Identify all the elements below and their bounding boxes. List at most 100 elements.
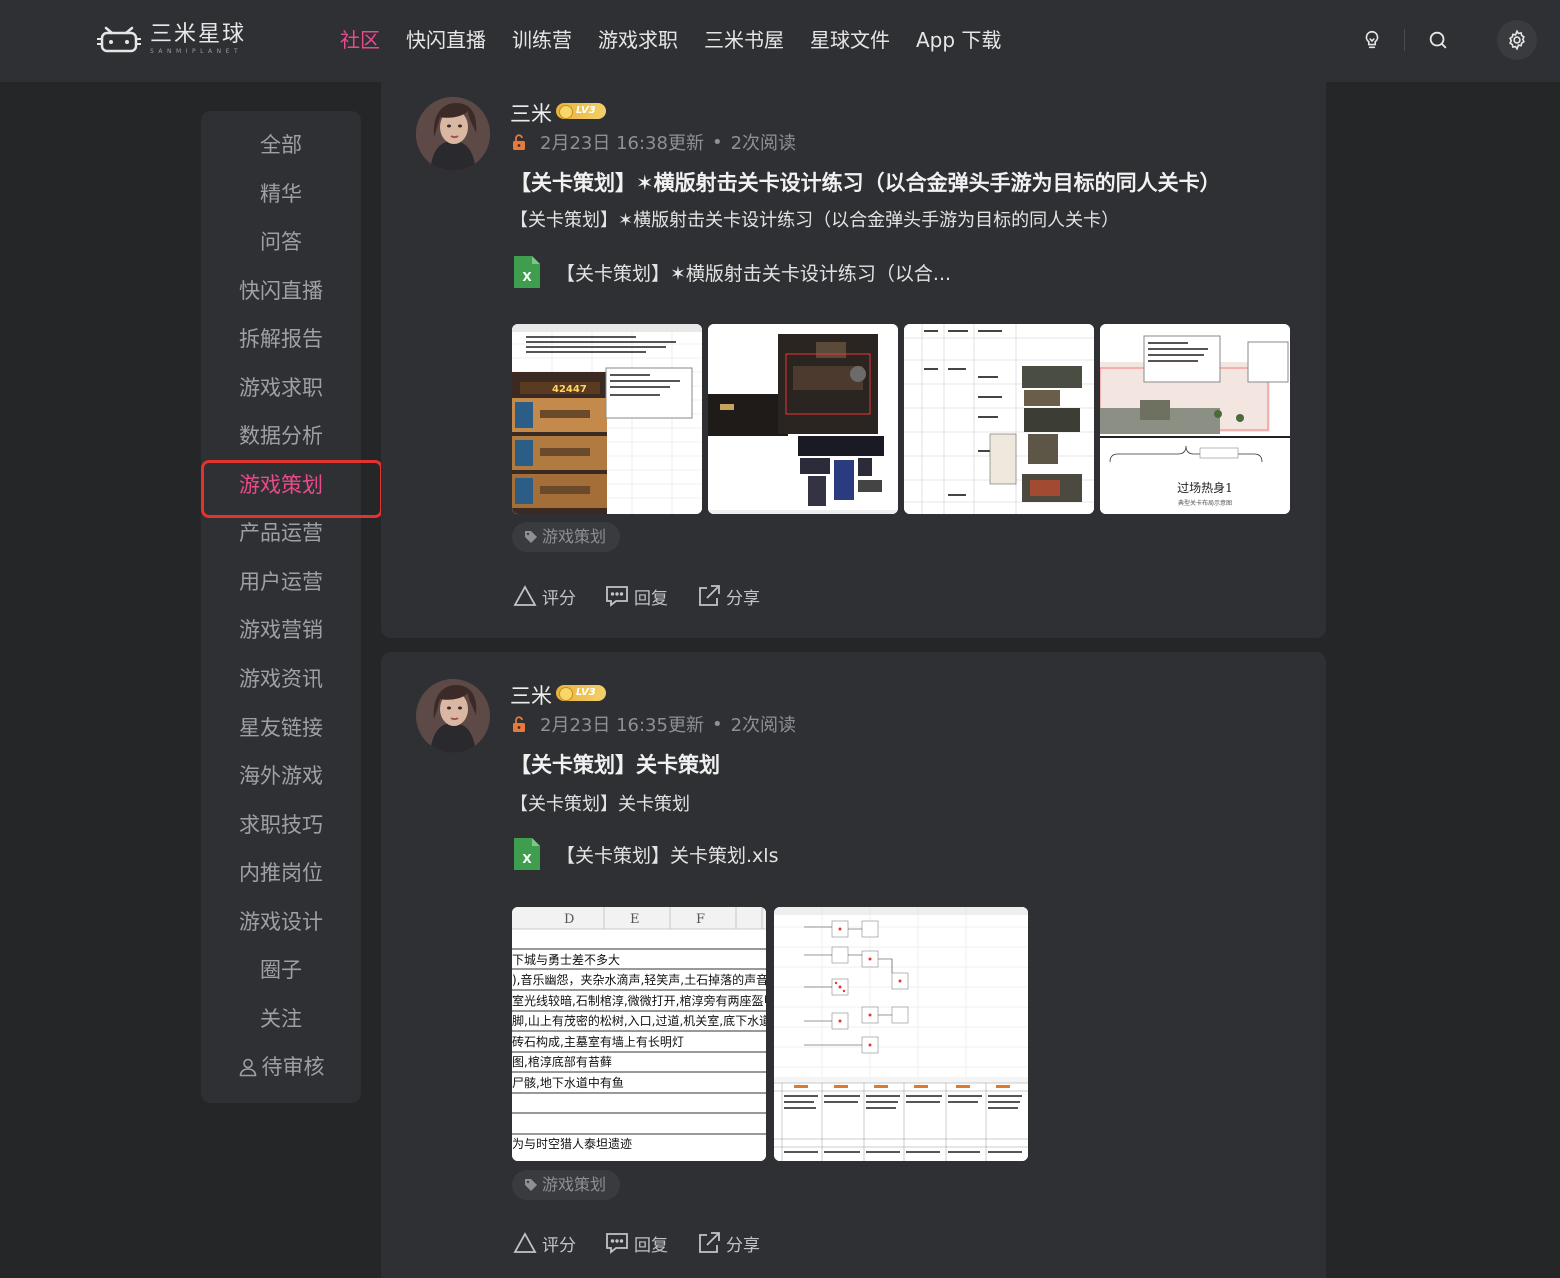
bulb-icon[interactable]: [1352, 20, 1392, 60]
author-name[interactable]: 三米: [510, 680, 552, 710]
image-thumbnail[interactable]: 42447: [512, 324, 702, 514]
post-actions: 评分 回复 分享: [512, 1230, 760, 1256]
svg-text:X: X: [522, 852, 532, 866]
sidebar-item-teardown-reports[interactable]: 拆解报告: [201, 319, 361, 359]
svg-text:X: X: [522, 270, 532, 284]
share-label: 分享: [726, 588, 760, 609]
sidebar-item-friend-links[interactable]: 星友链接: [201, 708, 361, 748]
image-thumbnail[interactable]: [904, 324, 1094, 514]
sidebar-item-qa[interactable]: 问答: [201, 222, 361, 262]
sidebar-item-all[interactable]: 全部: [201, 125, 361, 165]
excel-file-icon: X: [514, 256, 540, 288]
share-button[interactable]: 分享: [696, 583, 760, 609]
reply-label: 回复: [634, 588, 668, 609]
user-icon: [239, 1058, 256, 1077]
cell-text: 下城与勇士差不多大: [512, 953, 620, 967]
sidebar-item-data-analysis[interactable]: 数据分析: [201, 416, 361, 456]
rate-button[interactable]: 评分: [512, 1230, 576, 1256]
search-icon[interactable]: [1418, 20, 1458, 60]
reply-button[interactable]: 回复: [604, 1230, 668, 1256]
image-thumbnail[interactable]: 过场热身1 典型关卡布局示意图: [1100, 324, 1290, 514]
category-sidebar: 全部 精华 问答 快闪直播 拆解报告 游戏求职 数据分析 游戏策划 产品运营 用…: [201, 111, 383, 1103]
sidebar-item-product-ops[interactable]: 产品运营: [201, 513, 361, 553]
image-thumbnail[interactable]: [708, 324, 898, 514]
nav-item-game-jobs[interactable]: 游戏求职: [588, 24, 688, 56]
rate-label: 评分: [542, 1235, 576, 1256]
rate-label: 评分: [542, 588, 576, 609]
sidebar-item-job-tips[interactable]: 求职技巧: [201, 805, 361, 845]
rate-button[interactable]: 评分: [512, 583, 576, 609]
topic-tag[interactable]: 游戏策划: [512, 522, 621, 552]
sidebar-item-circles[interactable]: 圈子: [201, 950, 361, 990]
nav-item-planet-files[interactable]: 星球文件: [800, 24, 900, 56]
sidebar-item-game-news[interactable]: 游戏资讯: [201, 659, 361, 699]
thumb-diagram-subtitle: 典型关卡布局示意图: [1178, 499, 1232, 507]
post-time: 2月23日 16:35更新: [540, 715, 704, 736]
comment-icon: [606, 1233, 628, 1254]
post-summary: 【关卡策划】关卡策划: [510, 794, 690, 815]
top-navigation-bar: 三米星球 SANMIPLANET 社区 快闪直播 训练营 游戏求职 三米书屋 星…: [0, 0, 1560, 82]
meta-separator: •: [711, 131, 723, 153]
share-button[interactable]: 分享: [696, 1230, 760, 1256]
image-thumbnail[interactable]: D E F 下城与勇士差不多大 ),音乐幽怨，夹杂水滴声,轻笑声,土石掉落的声音…: [512, 907, 766, 1161]
cell-text: 砖石构成,主墓室有墙上有长明灯: [512, 1034, 684, 1049]
nav-item-app-download[interactable]: App 下载: [906, 24, 1011, 56]
sidebar-item-overseas-games[interactable]: 海外游戏: [201, 756, 361, 796]
nav-item-bookstore[interactable]: 三米书屋: [694, 24, 794, 56]
cell-text: 为与时空猎人泰坦遗迹: [512, 1137, 632, 1151]
sidebar-item-game-design-planning[interactable]: 游戏策划: [201, 465, 361, 505]
col-header: F: [696, 912, 705, 927]
col-header: E: [630, 912, 640, 927]
read-count: 2次阅读: [730, 715, 797, 736]
sidebar-item-game-jobs[interactable]: 游戏求职: [201, 368, 361, 408]
nav-item-training-camp[interactable]: 训练营: [502, 24, 582, 56]
level-badge: LV3: [556, 685, 606, 701]
sidebar-item-label: 待审核: [261, 1055, 325, 1079]
sidebar-item-featured[interactable]: 精华: [201, 174, 361, 214]
main-nav: 社区 快闪直播 训练营 游戏求职 三米书屋 星球文件 App 下载: [330, 24, 1017, 56]
col-header: D: [564, 912, 574, 927]
reply-button[interactable]: 回复: [604, 583, 668, 609]
sidebar-item-flash-live[interactable]: 快闪直播: [201, 271, 361, 311]
post-card: 三米 LV3 2月23日 16:35更新 • 2次阅读 【关卡策划】关卡策划 【…: [381, 652, 1326, 1278]
avatar[interactable]: [416, 97, 490, 171]
cell-text: 图,棺淳底部有苔藓: [512, 1054, 612, 1069]
meta-separator: •: [711, 713, 723, 735]
post-title[interactable]: 【关卡策划】✶横版射击关卡设计练习（以合金弹头手游为目标的同人关卡）: [510, 167, 1221, 197]
image-thumbnail[interactable]: [774, 907, 1028, 1161]
gamepad-logo-icon: [97, 26, 141, 53]
sidebar-item-game-design[interactable]: 游戏设计: [201, 902, 361, 942]
nav-item-flash-live[interactable]: 快闪直播: [396, 24, 496, 56]
sidebar-item-game-marketing[interactable]: 游戏营销: [201, 610, 361, 650]
share-icon: [699, 1232, 720, 1253]
post-meta: 2月23日 16:35更新 • 2次阅读: [510, 711, 796, 737]
avatar[interactable]: [416, 679, 490, 753]
read-count: 2次阅读: [730, 133, 797, 154]
attachment-file[interactable]: X 【关卡策划】✶横版射击关卡设计练习（以合...: [514, 256, 951, 288]
sidebar-item-referrals[interactable]: 内推岗位: [201, 853, 361, 893]
image-gallery: D E F 下城与勇士差不多大 ),音乐幽怨，夹杂水滴声,轻笑声,土石掉落的声音…: [512, 907, 1028, 1161]
sidebar-item-pending-review[interactable]: 待审核: [201, 1047, 361, 1087]
share-icon: [699, 585, 720, 606]
gear-icon[interactable]: [1497, 20, 1537, 60]
icon-divider: [1404, 29, 1405, 51]
brand-logo[interactable]: 三米星球 SANMIPLANET: [96, 22, 246, 56]
author-name[interactable]: 三米: [510, 98, 552, 128]
share-label: 分享: [726, 1235, 760, 1256]
comment-icon: [606, 586, 628, 607]
nav-item-community[interactable]: 社区: [330, 24, 390, 56]
post-meta: 2月23日 16:38更新 • 2次阅读: [510, 129, 796, 155]
unlock-icon: [513, 134, 525, 150]
sidebar-item-following[interactable]: 关注: [201, 999, 361, 1039]
tag-icon: [525, 1179, 537, 1191]
excel-file-icon: X: [514, 838, 540, 870]
attachment-file[interactable]: X 【关卡策划】关卡策划.xls: [514, 838, 778, 870]
attachment-file-name: 【关卡策划】✶横版射击关卡设计练习（以合...: [556, 262, 952, 285]
post-title[interactable]: 【关卡策划】关卡策划: [510, 749, 720, 779]
attachment-file-name: 【关卡策划】关卡策划.xls: [556, 844, 779, 867]
post-summary: 【关卡策划】✶横版射击关卡设计练习（以合金弹头手游为目标的同人关卡）: [510, 210, 1120, 231]
topic-tag-label: 游戏策划: [542, 1175, 607, 1194]
sidebar-item-user-ops[interactable]: 用户运营: [201, 562, 361, 602]
topic-tag[interactable]: 游戏策划: [512, 1170, 621, 1200]
triangle-icon: [513, 585, 537, 606]
